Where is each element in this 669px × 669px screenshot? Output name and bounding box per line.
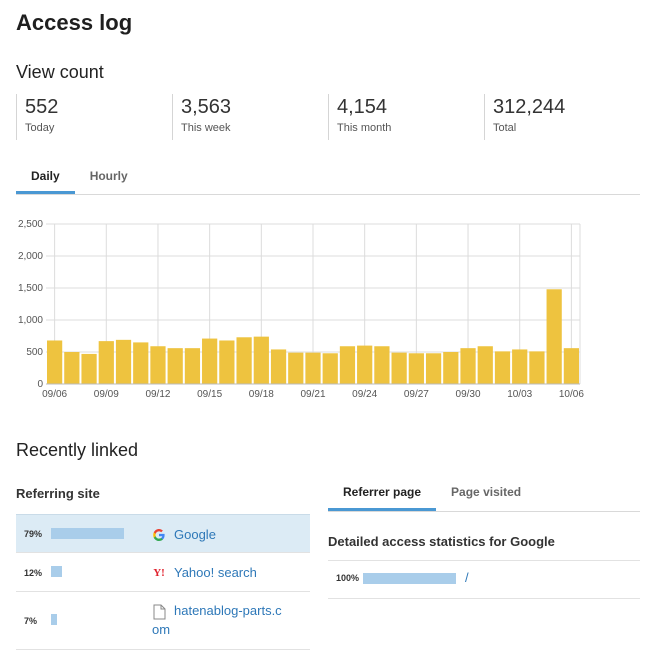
stat-value: 3,563 [181, 96, 232, 118]
referrer-link[interactable]: Yahoo! search [174, 563, 310, 582]
referrer-row-google[interactable]: 79% Google [16, 514, 310, 553]
bar-09/13 [167, 348, 183, 384]
bar-09/12 [150, 346, 166, 384]
referrer-link[interactable]: Google [174, 525, 310, 544]
bar-10/02 [494, 351, 511, 384]
detail-row: 100% / [328, 560, 640, 599]
bar-10/01 [477, 346, 493, 384]
x-tick-label: 09/24 [352, 389, 377, 400]
page-title: Access log [16, 10, 133, 35]
x-tick-label: 09/27 [404, 389, 429, 400]
stat-this-week: 3,563 This week [172, 94, 328, 140]
stat-label: This month [337, 122, 392, 134]
referrer-row-yahoo[interactable]: 12% Y! Yahoo! search [16, 553, 310, 592]
stat-label: This week [181, 122, 231, 134]
bar-09/21 [305, 352, 321, 384]
bar-09/26 [391, 352, 407, 384]
x-tick-label: 09/09 [94, 389, 119, 400]
bar-09/07 [64, 352, 80, 384]
y-tick-label: 1,000 [18, 315, 43, 326]
tab-referrer-page[interactable]: Referrer page [328, 476, 437, 511]
bar-09/28 [425, 353, 442, 384]
bar-09/23 [339, 346, 356, 384]
stat-value: 312,244 [493, 96, 566, 118]
bar-09/11 [133, 342, 149, 384]
referrer-share-bar [51, 566, 62, 577]
google-icon [152, 528, 166, 542]
stat-value: 4,154 [337, 96, 388, 118]
bar-09/20 [288, 352, 304, 384]
x-tick-label: 09/18 [249, 389, 274, 400]
stat-today: 552 Today [16, 94, 172, 140]
daily-views-chart: 05001,0001,5002,0002,50009/06 09/09 09/12 0… [18, 219, 584, 400]
bar-09/17 [236, 337, 252, 384]
referrer-row-hatenablog-parts[interactable]: 7% hatenablog-parts.com [16, 592, 310, 650]
stat-label: Today [25, 122, 55, 134]
tab-page-visited[interactable]: Page visited [436, 476, 536, 511]
tab-hourly[interactable]: Hourly [75, 158, 143, 194]
bar-09/29 [443, 352, 459, 384]
stat-total: 312,244 Total [484, 94, 640, 140]
referrer-percent: 7% [24, 616, 38, 626]
referrer-percent: 12% [24, 568, 43, 578]
y-tick-label: 2,000 [18, 251, 43, 262]
bar-09/08 [81, 353, 97, 384]
bar-09/19 [270, 349, 287, 384]
bar-09/06 [47, 340, 63, 384]
referrer-share-bar [51, 528, 124, 539]
x-tick-label: 10/06 [559, 389, 584, 400]
bar-09/14 [184, 348, 201, 384]
referring-site-table: 79% Google 12% Y! Yahoo! search 7% haten… [16, 514, 310, 650]
bar-09/24 [357, 345, 373, 384]
referrer-link[interactable]: hatenablog-parts.com [152, 601, 288, 639]
bar-10/05 [546, 289, 562, 384]
stat-label: Total [493, 122, 517, 134]
bar-09/22 [322, 353, 338, 384]
referrer-share-bar [51, 614, 57, 625]
bar-09/27 [408, 353, 424, 384]
tab-daily[interactable]: Daily [16, 158, 75, 194]
chart-tabs: Daily Hourly [16, 158, 640, 195]
referring-site-title: Referring site [16, 486, 100, 501]
x-tick-label: 09/06 [42, 389, 67, 400]
bar-09/09 [98, 341, 114, 384]
detail-percent: 100% [336, 573, 360, 583]
referrer-detail-tabs: Referrer page Page visited [328, 476, 640, 512]
bar-09/30 [460, 348, 476, 384]
x-tick-label: 09/15 [197, 389, 222, 400]
referrer-percent: 79% [24, 529, 43, 539]
bar-10/04 [529, 351, 545, 384]
x-tick-label: 09/12 [145, 389, 170, 400]
detail-share-bar [363, 573, 456, 584]
x-tick-label: 09/30 [456, 389, 481, 400]
x-tick-label: 10/03 [507, 389, 532, 400]
view-count-title: View count [16, 62, 104, 82]
detail-page-link[interactable]: / [465, 570, 469, 585]
bar-09/15 [202, 338, 218, 384]
yahoo-icon: Y! [153, 567, 165, 579]
bar-09/16 [219, 340, 235, 384]
stat-value: 552 [25, 96, 59, 118]
bar-09/18 [253, 336, 269, 384]
x-tick-label: 09/21 [300, 389, 325, 400]
bar-09/10 [115, 339, 132, 384]
y-tick-label: 2,500 [18, 219, 43, 230]
bar-09/25 [374, 346, 390, 384]
bar-10/06 [563, 348, 579, 384]
y-tick-label: 1,500 [18, 283, 43, 294]
bar-10/03 [512, 349, 528, 384]
stat-this-month: 4,154 This month [328, 94, 484, 140]
detail-stats-title: Detailed access statistics for Google [328, 534, 555, 549]
recently-linked-title: Recently linked [16, 440, 139, 460]
y-tick-label: 500 [26, 347, 43, 358]
stats-row: 552 Today 3,563 This week 4,154 This mon… [16, 94, 640, 140]
